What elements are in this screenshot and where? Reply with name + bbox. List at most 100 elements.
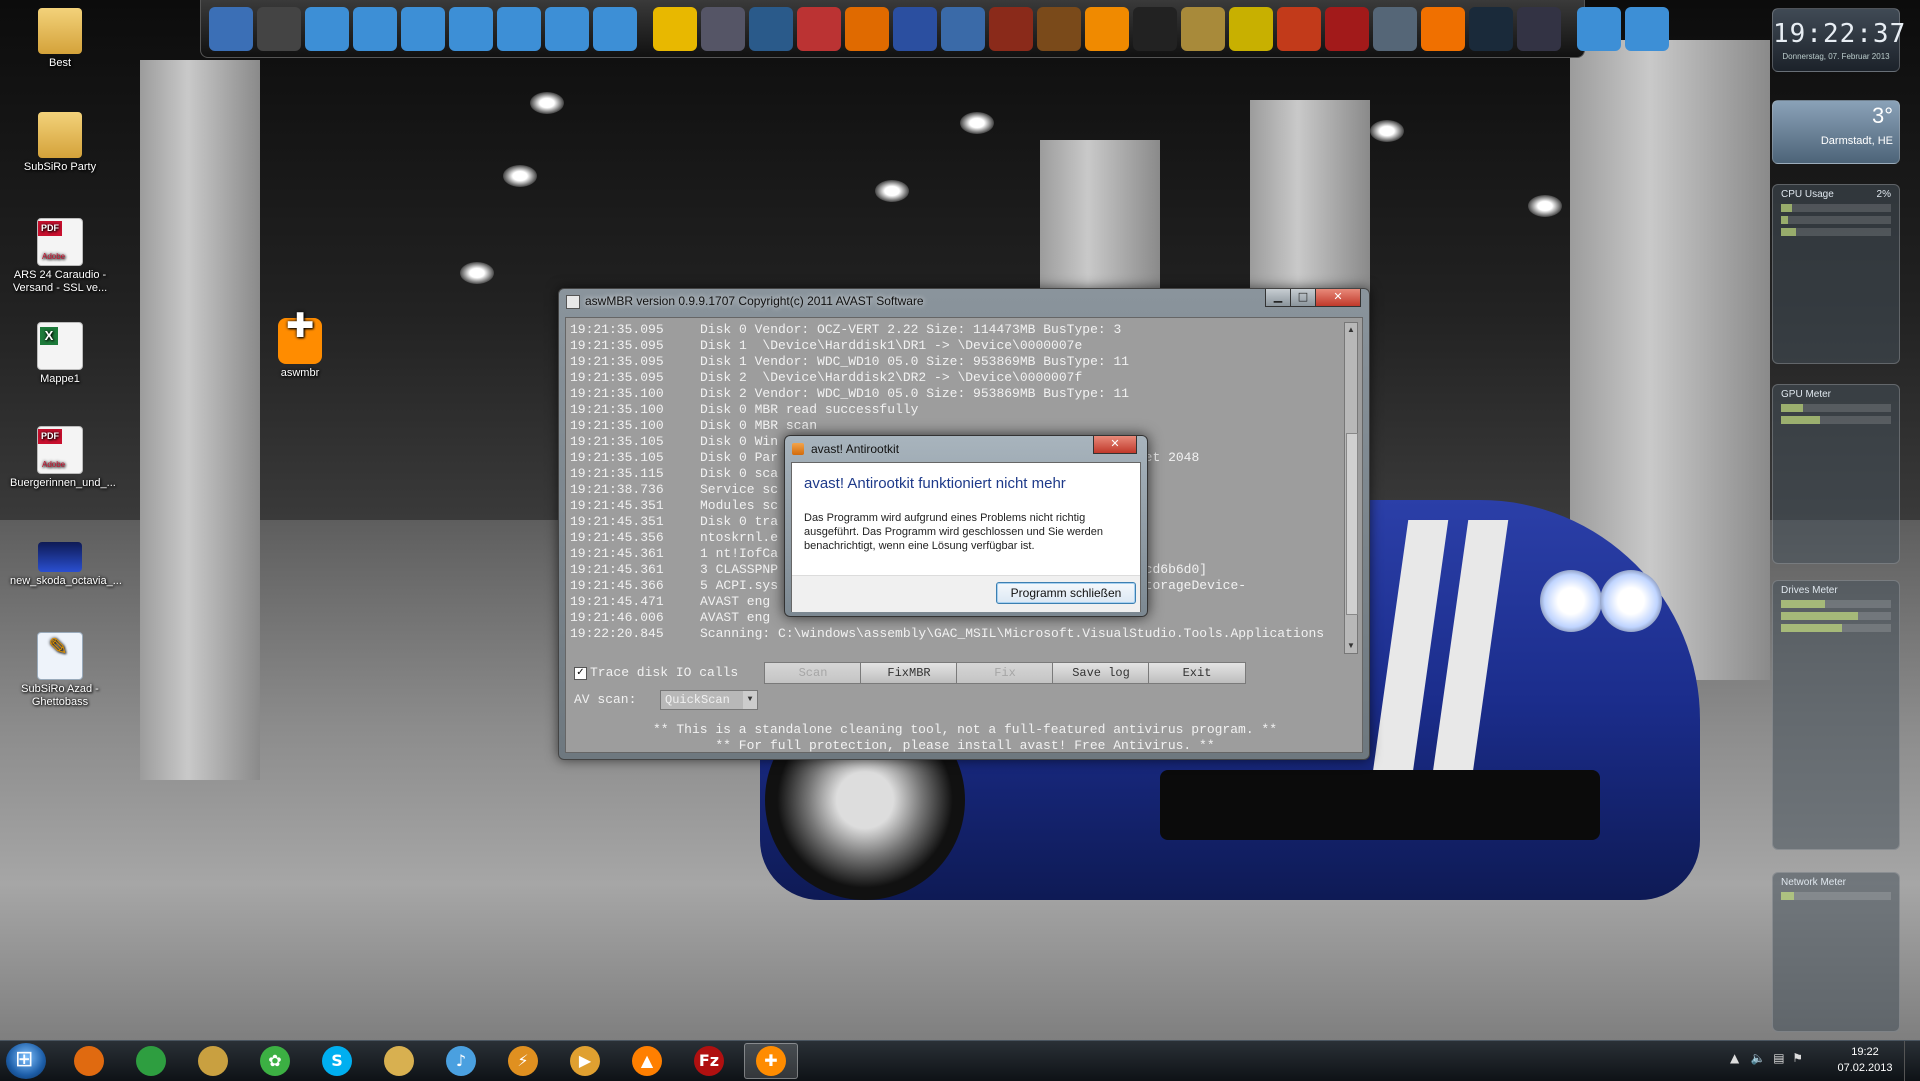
- network-meter-gadget[interactable]: Network Meter: [1772, 872, 1900, 1032]
- dock-settings-folder-icon[interactable]: [593, 6, 637, 51]
- start-button[interactable]: [6, 1043, 46, 1079]
- error-dialog[interactable]: avast! Antirootkit ✕ avast! Antirootkit …: [784, 435, 1148, 617]
- log-message: Disk 0 Vendor: OCZ-VERT 2.22 Size: 11447…: [700, 322, 1122, 337]
- desktop-icon-ars24-pdf[interactable]: ARS 24 Caraudio - Versand - SSL ve...: [10, 218, 110, 295]
- av-scan-select[interactable]: QuickScan ▼: [660, 690, 758, 710]
- cpu-meter-gadget[interactable]: CPU Usage 2%: [1772, 184, 1900, 364]
- dock-starcraft-icon[interactable]: [941, 6, 985, 51]
- dock-music-folder-icon[interactable]: [545, 6, 589, 51]
- scroll-thumb[interactable]: [1346, 433, 1358, 615]
- dock-battlefield-icon[interactable]: [701, 6, 745, 51]
- taskbar-folder-icon[interactable]: [372, 1043, 426, 1079]
- dock-user-icon[interactable]: [257, 6, 301, 51]
- dock-folder-icon[interactable]: [401, 6, 445, 51]
- volume-icon[interactable]: 🔈: [1751, 1051, 1766, 1065]
- show-desktop-button[interactable]: [1904, 1041, 1920, 1081]
- desktop-icon-skoda-image[interactable]: new_skoda_octavia_...: [10, 530, 122, 588]
- vlc-icon: ▲: [632, 1046, 662, 1076]
- desktop-icon-subsiro-azad[interactable]: SubSiRo Azad - Ghettobass: [10, 632, 110, 709]
- wallpaper-pillar: [140, 60, 260, 780]
- folder-icon: [38, 112, 82, 158]
- taskbar-clock[interactable]: 19:22 07.02.2013: [1830, 1044, 1900, 1076]
- taskbar-aswmbr-icon[interactable]: ✚: [744, 1043, 798, 1079]
- taskbar-filezilla-icon[interactable]: Fz: [682, 1043, 736, 1079]
- taskbar-skype-icon[interactable]: S: [310, 1043, 364, 1079]
- dock-mw3-icon[interactable]: [1181, 6, 1225, 51]
- network-icon[interactable]: ▤: [1773, 1051, 1784, 1065]
- dock-crysis-icon[interactable]: [797, 6, 841, 51]
- taskbar-chrome-icon[interactable]: [124, 1043, 178, 1079]
- dock-diablo-icon[interactable]: [989, 6, 1033, 51]
- desktop-icon-aswmbr[interactable]: aswmbr: [250, 318, 350, 380]
- chevron-down-icon[interactable]: ▼: [743, 691, 757, 709]
- gpu-meter-gadget[interactable]: GPU Meter: [1772, 384, 1900, 564]
- aswmbr-icon: [278, 318, 322, 364]
- window-titlebar[interactable]: aswMBR version 0.9.9.1707 Copyright(c) 2…: [559, 289, 1369, 313]
- scroll-up-icon[interactable]: ▲: [1345, 323, 1357, 337]
- taskbar-winamp-icon[interactable]: ⚡: [496, 1043, 550, 1079]
- dock-metro-icon[interactable]: [1325, 6, 1369, 51]
- taskbar-icq-icon[interactable]: ✿: [248, 1043, 302, 1079]
- taskbar-explorer-icon[interactable]: [186, 1043, 240, 1079]
- log-line: 19:21:35.100 Disk 2 Vendor: WDC_WD10 05.0…: [570, 386, 1340, 402]
- taskbar-vlc-icon[interactable]: ▲: [620, 1043, 674, 1079]
- desktop-icon-label: Best: [48, 57, 71, 69]
- drives-meter-gadget[interactable]: Drives Meter: [1772, 580, 1900, 850]
- explorer-icon: [198, 1046, 228, 1076]
- close-button[interactable]: ✕: [1315, 289, 1361, 307]
- dialog-close-button[interactable]: ✕: [1093, 436, 1137, 454]
- fix-button[interactable]: Fix: [956, 662, 1054, 684]
- clock-gadget[interactable]: 19:22:37 Donnerstag, 07. Februar 2013: [1772, 8, 1905, 72]
- scan-button[interactable]: Scan: [764, 662, 862, 684]
- log-scrollbar[interactable]: ▲ ▼: [1344, 322, 1358, 654]
- dock-origin-icon[interactable]: [1421, 6, 1465, 51]
- dock-game-3-icon[interactable]: [653, 6, 697, 51]
- close-program-button[interactable]: Programm schließen: [996, 582, 1136, 604]
- dock-nuclear-icon[interactable]: [1229, 6, 1273, 51]
- chrome-icon: [136, 1046, 166, 1076]
- dock-two-icon[interactable]: [1133, 6, 1177, 51]
- log-timestamp: 19:21:35.095: [570, 354, 664, 369]
- dock-explorer-icon[interactable]: [209, 6, 253, 51]
- dock-recycle-bin-icon[interactable]: [1625, 6, 1669, 51]
- fixmbr-button[interactable]: FixMBR: [860, 662, 958, 684]
- dock-steam-icon[interactable]: [1469, 6, 1513, 51]
- gpu-meter-title: GPU Meter: [1781, 389, 1832, 400]
- taskbar-time: 19:22: [1851, 1046, 1879, 1058]
- desktop-icon-buergerinnen-pdf[interactable]: Buergerinnen_und_...: [10, 426, 116, 490]
- top-dock: [200, 0, 1669, 58]
- dock-anno-icon[interactable]: [1085, 6, 1129, 51]
- scroll-down-icon[interactable]: ▼: [1345, 639, 1357, 653]
- action-center-icon[interactable]: ⚑: [1792, 1051, 1803, 1065]
- dock-borderlands-icon[interactable]: [1037, 6, 1081, 51]
- dock-bf3-icon[interactable]: [845, 6, 889, 51]
- minimize-button[interactable]: ▁: [1265, 289, 1291, 307]
- dock-folder-icon[interactable]: [305, 6, 349, 51]
- taskbar-itunes-icon[interactable]: ♪: [434, 1043, 488, 1079]
- dock-folder-icon[interactable]: [353, 6, 397, 51]
- trace-disk-checkbox[interactable]: ✓: [574, 667, 587, 680]
- desktop-icon-subsiro-party[interactable]: SubSiRo Party: [10, 112, 110, 174]
- tray-arrow-icon[interactable]: ▲: [1730, 1051, 1739, 1065]
- exit-button[interactable]: Exit: [1148, 662, 1246, 684]
- weather-gadget[interactable]: 3° Darmstadt, HE: [1772, 100, 1900, 164]
- dock-computer-icon[interactable]: [1577, 6, 1621, 51]
- log-line: 19:21:35.100 Disk 0 MBR scan: [570, 418, 1340, 434]
- dock-counterstrike-icon[interactable]: [1373, 6, 1417, 51]
- dock-teamspeak-icon[interactable]: [1517, 6, 1561, 51]
- trace-disk-label[interactable]: Trace disk IO calls: [590, 665, 738, 680]
- save-log-button[interactable]: Save log: [1052, 662, 1150, 684]
- desktop-icon-mappe1[interactable]: Mappe1: [10, 322, 110, 386]
- desktop-icon-best[interactable]: Best: [10, 8, 110, 70]
- dock-halo-icon[interactable]: [749, 6, 793, 51]
- folder-icon: [38, 8, 82, 54]
- dock-generic-game-icon[interactable]: [1277, 6, 1321, 51]
- dock-folder-icon[interactable]: [449, 6, 493, 51]
- maximize-button[interactable]: □: [1290, 289, 1316, 307]
- log-message: Scanning: C:\windows\assembly\GAC_MSIL\M…: [700, 626, 1325, 641]
- ceiling-light: [460, 262, 494, 284]
- taskbar-firefox-icon[interactable]: [62, 1043, 116, 1079]
- dock-warcraft-icon[interactable]: [893, 6, 937, 51]
- dock-video-folder-icon[interactable]: [497, 6, 541, 51]
- taskbar-media-player-icon[interactable]: ▶: [558, 1043, 612, 1079]
